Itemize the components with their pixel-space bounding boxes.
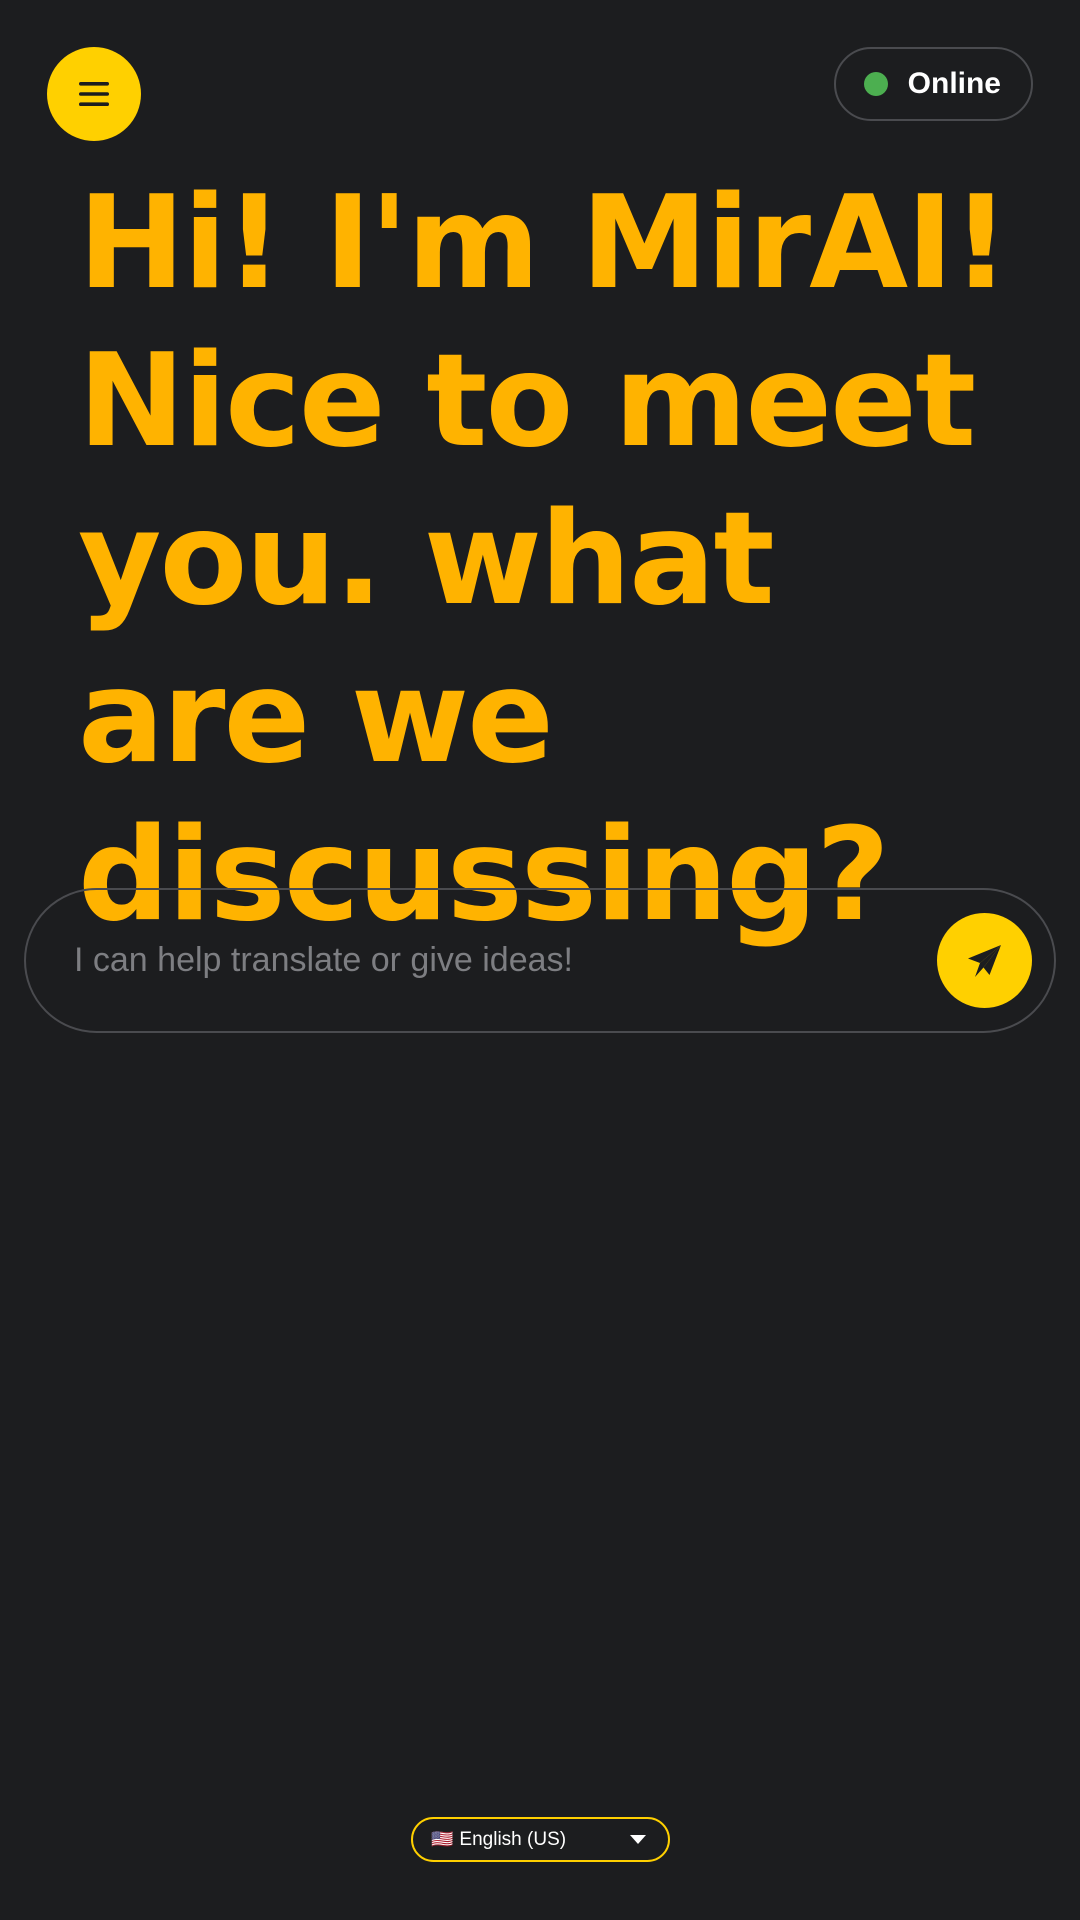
message-input[interactable] bbox=[72, 940, 937, 981]
hamburger-menu-icon bbox=[79, 82, 109, 106]
caret-down-icon bbox=[630, 1835, 646, 1844]
greeting-headline: Hi! I'm MirAI! Nice to meet you. what ar… bbox=[78, 169, 1010, 950]
menu-button[interactable] bbox=[47, 47, 141, 141]
paper-plane-icon bbox=[967, 944, 1001, 977]
status-dot-icon bbox=[863, 72, 888, 96]
language-label: English (US) bbox=[459, 1828, 567, 1850]
language-selector[interactable]: 🇺🇸 English (US) bbox=[411, 1817, 670, 1862]
message-composer bbox=[24, 888, 1056, 1033]
send-button[interactable] bbox=[937, 913, 1032, 1008]
chat-screen: Online Hi! I'm MirAI! Nice to meet you. … bbox=[0, 0, 1080, 1920]
status-label: Online bbox=[907, 67, 1001, 100]
us-flag-icon: 🇺🇸 bbox=[431, 1829, 454, 1849]
status-badge: Online bbox=[833, 47, 1033, 121]
